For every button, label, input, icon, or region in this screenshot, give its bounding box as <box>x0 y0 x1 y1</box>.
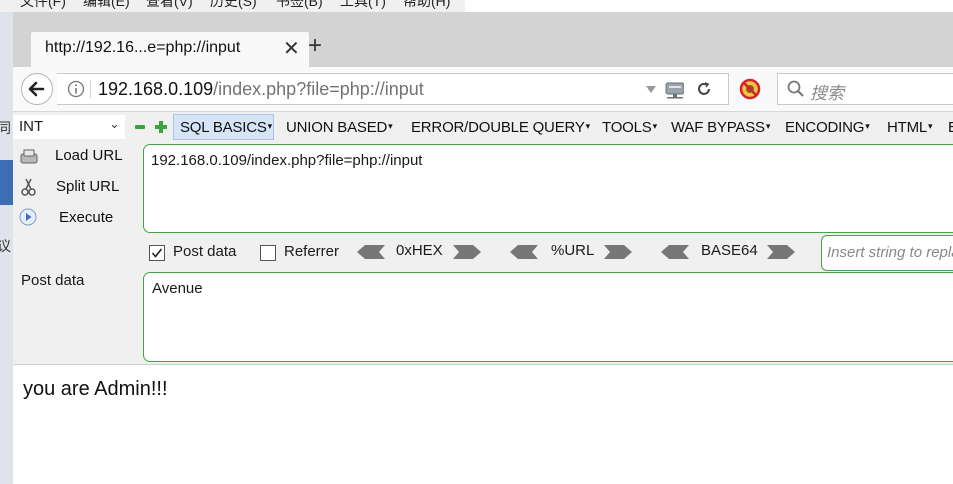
hackbar-toolbar: INT ⌄ SQL BASICS▾ UNION BASED▾ ERROR/DOU… <box>13 112 953 142</box>
separator <box>90 80 91 98</box>
dropdown-arrow-icon[interactable] <box>645 85 657 95</box>
menu-bookmarks[interactable]: 书签(B) <box>276 0 323 11</box>
minus-icon[interactable] <box>134 122 146 132</box>
url-path: /index.php?file=php://input <box>213 79 424 99</box>
desktop-edge: 同 议 <box>0 0 13 484</box>
chevron-down-icon: ⌄ <box>109 116 120 131</box>
insert-string-input[interactable]: Insert string to replace <box>821 235 953 271</box>
menu-label: HTML <box>887 119 928 136</box>
plus-icon[interactable] <box>154 120 168 134</box>
menu-label: ERROR/DOUBLE QUERY <box>411 119 585 136</box>
url-text: 192.168.0.109/index.php?file=php://input <box>98 79 424 100</box>
url-textarea-value: 192.168.0.109/index.php?file=php://input <box>151 152 423 169</box>
desktop-text: 同 <box>0 120 11 136</box>
post-data-checkbox[interactable] <box>149 245 165 261</box>
menu-waf-bypass[interactable]: WAF BYPASS▾ <box>671 119 770 136</box>
tab-title: http://192.16...e=php://input <box>45 39 241 56</box>
menu-file[interactable]: 文件(F) <box>20 0 66 11</box>
url-decode-arrow-icon[interactable] <box>510 245 538 259</box>
back-arrow-icon <box>28 81 45 97</box>
menu-sql-basics[interactable]: SQL BASICS▾ <box>180 119 272 136</box>
load-url-icon <box>20 149 38 164</box>
base64-encode-arrow-icon[interactable] <box>767 245 795 259</box>
hex-label: 0xHEX <box>396 242 443 259</box>
menu-html[interactable]: HTML▾ <box>887 119 933 136</box>
menu-more[interactable]: E <box>948 119 953 136</box>
menu-label: UNION BASED <box>286 119 388 136</box>
nav-bar: 192.168.0.109/index.php?file=php://input… <box>13 67 953 112</box>
execute-button[interactable]: Execute <box>59 209 113 226</box>
scissors-icon <box>21 178 36 196</box>
menu-help[interactable]: 帮助(H) <box>403 0 450 11</box>
checkmark-icon <box>151 248 163 258</box>
play-icon <box>19 208 37 226</box>
menu-error-double-query[interactable]: ERROR/DOUBLE QUERY▾ <box>411 119 590 136</box>
menu-tools[interactable]: 工具(T) <box>340 0 386 11</box>
referrer-checkbox-label[interactable]: Referrer <box>284 243 339 260</box>
post-data-checkbox-label[interactable]: Post data <box>173 243 236 260</box>
desktop-text: 议 <box>0 238 11 254</box>
reload-button[interactable] <box>684 73 729 105</box>
menu-union-based[interactable]: UNION BASED▾ <box>286 119 393 136</box>
referrer-checkbox[interactable] <box>260 245 276 261</box>
menu-label: SQL BASICS <box>180 119 267 136</box>
blocked-plugin-icon[interactable] <box>739 78 761 100</box>
menu-label: TOOLS <box>602 119 652 136</box>
menu-history[interactable]: 历史(S) <box>210 0 257 11</box>
type-select-value: INT <box>19 118 44 135</box>
menu-bar: 文件(F) 编辑(E) 查看(V) 历史(S) 书签(B) 工具(T) 帮助(H… <box>0 0 465 12</box>
search-icon <box>787 80 804 97</box>
tab-active[interactable]: http://192.16...e=php://input ✕ <box>31 32 309 68</box>
menu-tools[interactable]: TOOLS▾ <box>602 119 657 136</box>
url-bar[interactable]: 192.168.0.109/index.php?file=php://input <box>57 73 685 105</box>
back-button[interactable] <box>21 73 53 105</box>
menu-edit[interactable]: 编辑(E) <box>83 0 130 11</box>
load-url-button[interactable]: Load URL <box>55 147 123 164</box>
search-bar[interactable]: 搜索 <box>777 73 953 105</box>
post-data-textarea[interactable]: Avenue <box>143 272 953 362</box>
insert-string-placeholder: Insert string to replace <box>827 244 953 261</box>
network-drive-icon[interactable] <box>664 79 686 99</box>
post-data-label: Post data <box>21 272 85 289</box>
url-textarea[interactable]: 192.168.0.109/index.php?file=php://input <box>143 144 953 233</box>
hex-decode-arrow-icon[interactable] <box>357 245 385 259</box>
info-icon[interactable] <box>67 80 85 98</box>
menu-encoding[interactable]: ENCODING▾ <box>785 119 870 136</box>
menu-label: WAF BYPASS <box>671 119 765 136</box>
desktop-highlight <box>0 160 13 205</box>
reload-icon <box>698 82 710 95</box>
url-encode-arrow-icon[interactable] <box>604 245 632 259</box>
hackbar-panel: Load URL Split URL Execute 192.168.0.109… <box>13 142 953 365</box>
split-url-button[interactable]: Split URL <box>56 178 119 195</box>
page-message: you are Admin!!! <box>23 378 168 400</box>
base64-decode-arrow-icon[interactable] <box>661 245 689 259</box>
url-host: 192.168.0.109 <box>98 79 214 99</box>
url-encode-label: %URL <box>551 242 595 259</box>
menu-view[interactable]: 查看(V) <box>146 0 193 11</box>
close-icon[interactable]: ✕ <box>283 36 300 61</box>
base64-label: BASE64 <box>701 242 758 259</box>
menu-label: ENCODING <box>785 119 865 136</box>
search-placeholder: 搜索 <box>810 84 844 103</box>
tab-strip: http://192.16...e=php://input ✕ + <box>13 12 953 68</box>
page-content: you are Admin!!! <box>13 365 953 484</box>
hex-encode-arrow-icon[interactable] <box>453 245 481 259</box>
type-select[interactable]: INT ⌄ <box>13 115 125 139</box>
post-data-value: Avenue <box>152 280 203 297</box>
plus-icon[interactable]: + <box>308 34 322 58</box>
